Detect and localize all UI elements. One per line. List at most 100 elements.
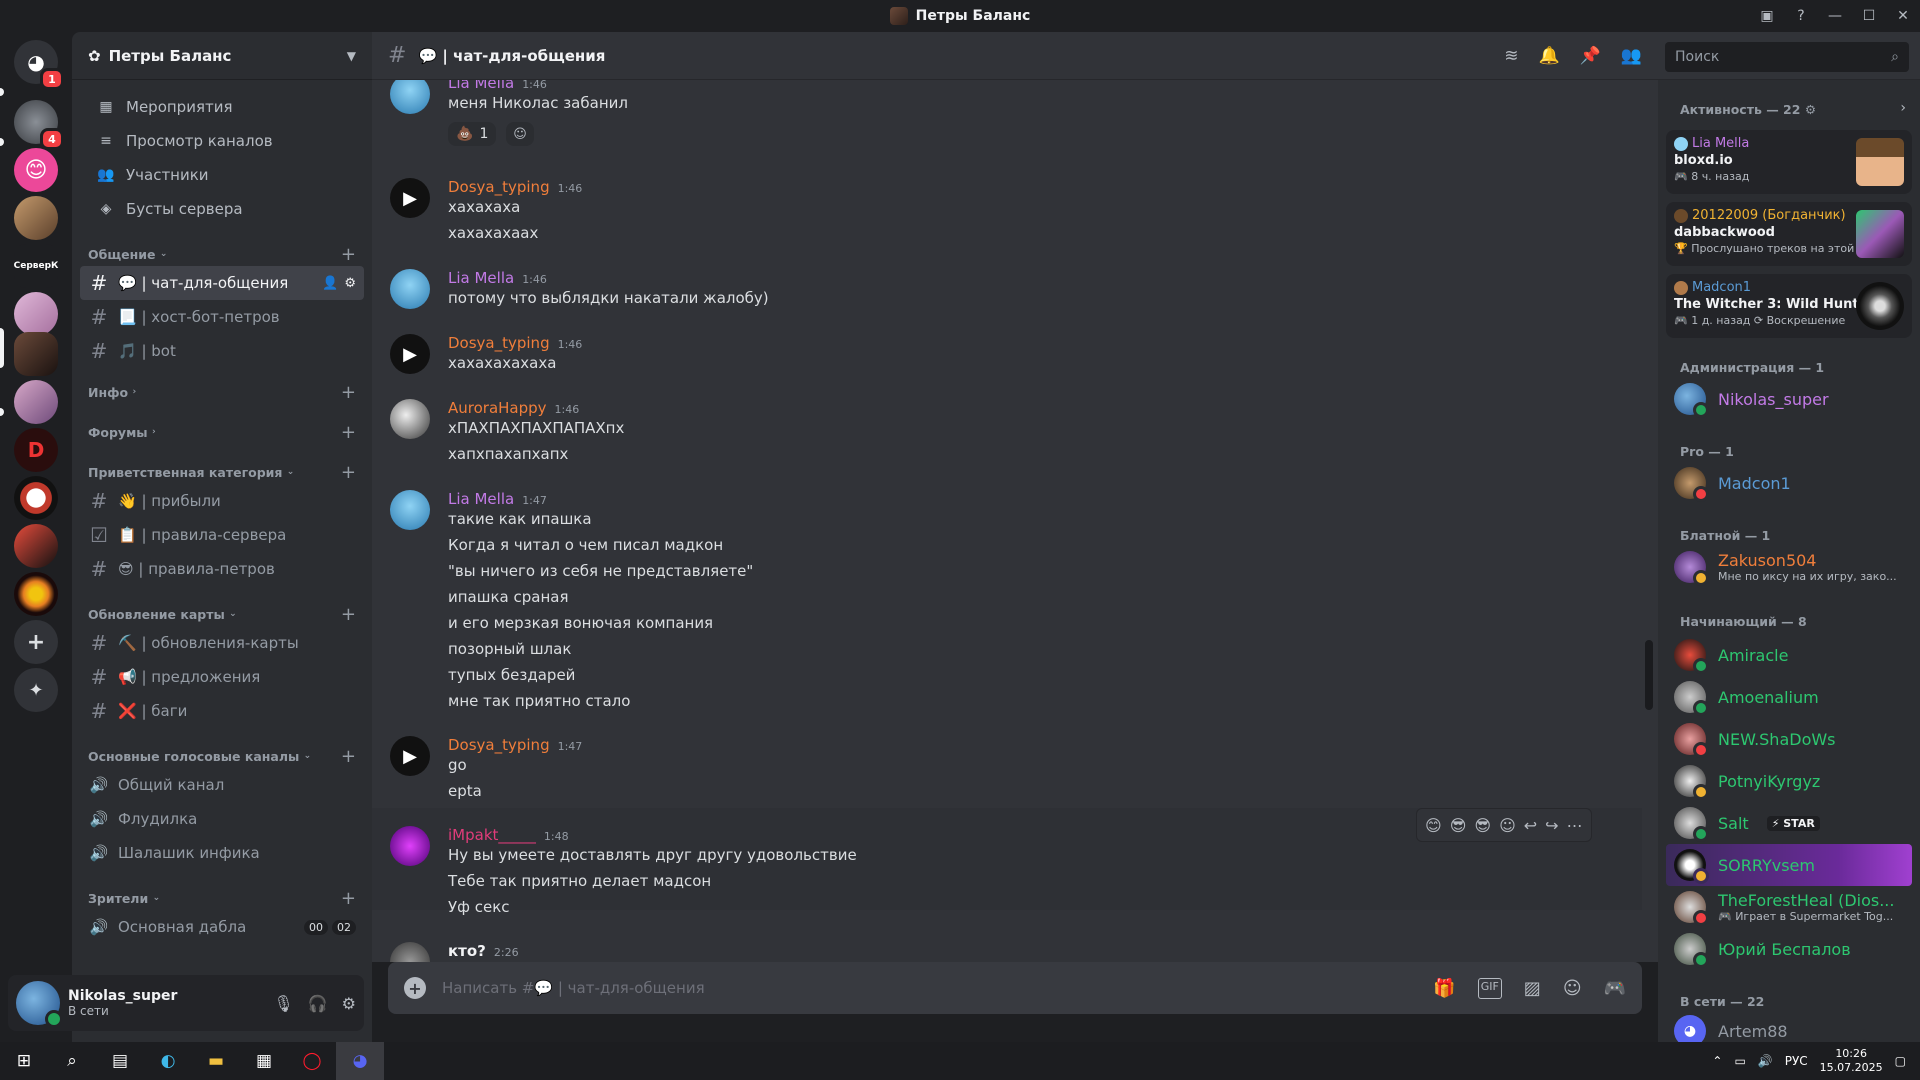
activity-card[interactable]: 20122009 (Богданчик) dabbackwood 🏆 Просл… bbox=[1666, 202, 1912, 266]
language-indicator[interactable]: РУС bbox=[1785, 1054, 1808, 1068]
member-item[interactable]: TheForestHeal (Dios... 🎮 Играет в Superma… bbox=[1666, 886, 1912, 928]
bell-icon[interactable]: 🔔 bbox=[1538, 46, 1559, 66]
voice-general[interactable]: 🔊 Общий канал bbox=[80, 768, 364, 802]
nav-browse-channels[interactable]: ≡ Просмотр каналов bbox=[80, 124, 364, 158]
server-icon[interactable] bbox=[14, 380, 58, 424]
avatar[interactable] bbox=[390, 269, 430, 309]
add-reaction-icon[interactable]: ☺ bbox=[506, 122, 534, 146]
gear-icon[interactable]: ⚙ bbox=[344, 276, 356, 291]
quick-reaction-icon[interactable]: 😊 bbox=[1425, 816, 1442, 835]
add-channel-icon[interactable]: + bbox=[341, 746, 356, 767]
add-channel-icon[interactable]: + bbox=[341, 888, 356, 909]
chevron-up-icon[interactable]: ⌃ bbox=[1712, 1054, 1722, 1068]
quick-reaction-icon[interactable]: 😎 bbox=[1474, 816, 1491, 835]
network-icon[interactable]: ▭ bbox=[1734, 1054, 1745, 1068]
channel-hostbot[interactable]: # 📃 | хост-бот-петров bbox=[80, 300, 364, 334]
member-item[interactable]: Salt ⚡ STAR bbox=[1666, 802, 1912, 844]
activity-card[interactable]: Madcon1 The Witcher 3: Wild Hunt 🎮 1 д. … bbox=[1666, 274, 1912, 338]
message-author[interactable]: iMpakt_____ bbox=[448, 826, 536, 844]
member-item[interactable]: Amiracle bbox=[1666, 634, 1912, 676]
member-item[interactable]: Zakuson504 Мне по иксу на их игру, зако..… bbox=[1666, 546, 1912, 588]
nav-members[interactable]: 👥 Участники bbox=[80, 158, 364, 192]
gift-icon[interactable]: 🎁 bbox=[1433, 978, 1455, 999]
composer-placeholder[interactable]: Написать #💬 | чат-для-общения bbox=[442, 979, 705, 997]
clock[interactable]: 10:26 15.07.2025 bbox=[1820, 1047, 1883, 1075]
channel-map-updates[interactable]: # ⛏️ | обновления-карты bbox=[80, 626, 364, 660]
volume-icon[interactable]: 🔊 bbox=[1758, 1054, 1773, 1068]
gamepad-icon[interactable]: 🎮 bbox=[1604, 978, 1626, 999]
search-input[interactable]: Поиск ⌕ bbox=[1665, 42, 1909, 72]
reply-icon[interactable]: ↩ bbox=[1524, 816, 1537, 835]
gear-icon[interactable]: ⚙ bbox=[1805, 102, 1816, 117]
category-map[interactable]: Обновление карты ⌄ + bbox=[72, 602, 372, 626]
category-forums[interactable]: Форумы › + bbox=[72, 420, 372, 444]
message-author[interactable]: Dosya_typing bbox=[448, 178, 550, 196]
store-icon[interactable]: ▦ bbox=[240, 1042, 288, 1080]
avatar[interactable] bbox=[390, 942, 430, 962]
channel-bot[interactable]: # 🎵 | bot bbox=[80, 334, 364, 368]
add-channel-icon[interactable]: + bbox=[341, 462, 356, 483]
pin-icon[interactable]: 📌 bbox=[1580, 46, 1601, 66]
add-reaction-icon[interactable]: ☺ bbox=[1499, 816, 1516, 835]
home-button[interactable]: ◕ 1 bbox=[14, 40, 64, 90]
opera-icon[interactable]: ◯ bbox=[288, 1042, 336, 1080]
message-composer[interactable]: + Написать #💬 | чат-для-общения 🎁 GIF ▨ … bbox=[388, 962, 1642, 1014]
notification-icon[interactable]: ▢ bbox=[1895, 1054, 1906, 1068]
activity-card[interactable]: Lia Mella bloxd.io 🎮 8 ч. назад bbox=[1666, 130, 1912, 194]
add-channel-icon[interactable]: + bbox=[341, 382, 356, 403]
more-icon[interactable]: ⋯ bbox=[1567, 816, 1583, 835]
discord-taskbar-icon[interactable]: ◕ bbox=[336, 1042, 384, 1080]
microphone-icon[interactable]: 🎙 bbox=[273, 994, 293, 1013]
edge-icon[interactable]: ◐ bbox=[144, 1042, 192, 1080]
add-channel-icon[interactable]: + bbox=[341, 604, 356, 625]
avatar[interactable]: ▶ bbox=[390, 736, 430, 776]
message-author[interactable]: Dosya_typing bbox=[448, 334, 550, 352]
server-icon[interactable] bbox=[14, 476, 58, 520]
minimize-button[interactable]: — bbox=[1818, 0, 1852, 32]
channel-rules-petrov[interactable]: # 😎 | правила-петров bbox=[80, 552, 364, 586]
server-icon[interactable] bbox=[14, 524, 58, 568]
sticker-icon[interactable]: ▨ bbox=[1524, 978, 1541, 999]
server-icon[interactable] bbox=[14, 572, 58, 616]
category-info[interactable]: Инфо › + bbox=[72, 380, 372, 404]
member-list-icon[interactable]: 👥 bbox=[1621, 46, 1642, 66]
member-item[interactable]: Madcon1 bbox=[1666, 462, 1912, 504]
close-button[interactable]: ✕ bbox=[1886, 0, 1920, 32]
server-icon[interactable]: СерверК bbox=[14, 244, 58, 288]
forward-icon[interactable]: ↪ bbox=[1545, 816, 1558, 835]
message-author[interactable]: Dosya_typing bbox=[448, 736, 550, 754]
server-icon[interactable] bbox=[14, 292, 58, 336]
member-item[interactable]: NEW.ShaDoWs bbox=[1666, 718, 1912, 760]
add-channel-icon[interactable]: + bbox=[341, 422, 356, 443]
message-author[interactable]: AuroraHappy bbox=[448, 399, 547, 417]
avatar[interactable]: ▶ bbox=[390, 334, 430, 374]
avatar[interactable] bbox=[390, 80, 430, 114]
server-icon[interactable] bbox=[14, 196, 58, 240]
avatar[interactable] bbox=[390, 490, 430, 530]
server-icon-active[interactable] bbox=[14, 332, 58, 376]
explore-icon[interactable]: ✦ bbox=[14, 668, 58, 712]
add-channel-icon[interactable]: + bbox=[341, 244, 356, 265]
voice-flood[interactable]: 🔊 Флудилка bbox=[80, 802, 364, 836]
help-icon[interactable]: ? bbox=[1784, 0, 1818, 32]
inbox-icon[interactable]: ▣ bbox=[1750, 0, 1784, 32]
channel-arrived[interactable]: # 👋 | прибыли bbox=[80, 484, 364, 518]
member-item[interactable]: PotnyiKyrgyz bbox=[1666, 760, 1912, 802]
add-server-button[interactable]: + bbox=[14, 620, 58, 664]
voice-shalash[interactable]: 🔊 Шалашик инфика bbox=[80, 836, 364, 870]
attach-icon[interactable]: + bbox=[404, 977, 426, 999]
scrollbar[interactable] bbox=[1645, 640, 1653, 710]
message-author[interactable]: Lia Mella bbox=[448, 269, 514, 287]
avatar[interactable]: ▶ bbox=[390, 178, 430, 218]
category-welcome[interactable]: Приветственная категория ⌄ + bbox=[72, 460, 372, 484]
headphones-icon[interactable]: 🎧 bbox=[308, 994, 328, 1013]
server-icon[interactable]: 😊 bbox=[14, 148, 58, 192]
voice-main[interactable]: 🔊 Основная дабла 00 02 bbox=[80, 910, 364, 944]
category-voice[interactable]: Основные голосовые каналы ⌄ + bbox=[72, 744, 372, 768]
channel-rules-server[interactable]: ☑ 📋 | правила-сервера bbox=[80, 518, 364, 552]
guild-header[interactable]: ✿ Петры Баланс ▼ bbox=[72, 32, 372, 80]
channel-bugs[interactable]: # ❌ | баги bbox=[80, 694, 364, 728]
member-item[interactable]: Amoenalium bbox=[1666, 676, 1912, 718]
message-author[interactable]: кто? bbox=[448, 942, 486, 960]
gif-icon[interactable]: GIF bbox=[1477, 977, 1502, 999]
